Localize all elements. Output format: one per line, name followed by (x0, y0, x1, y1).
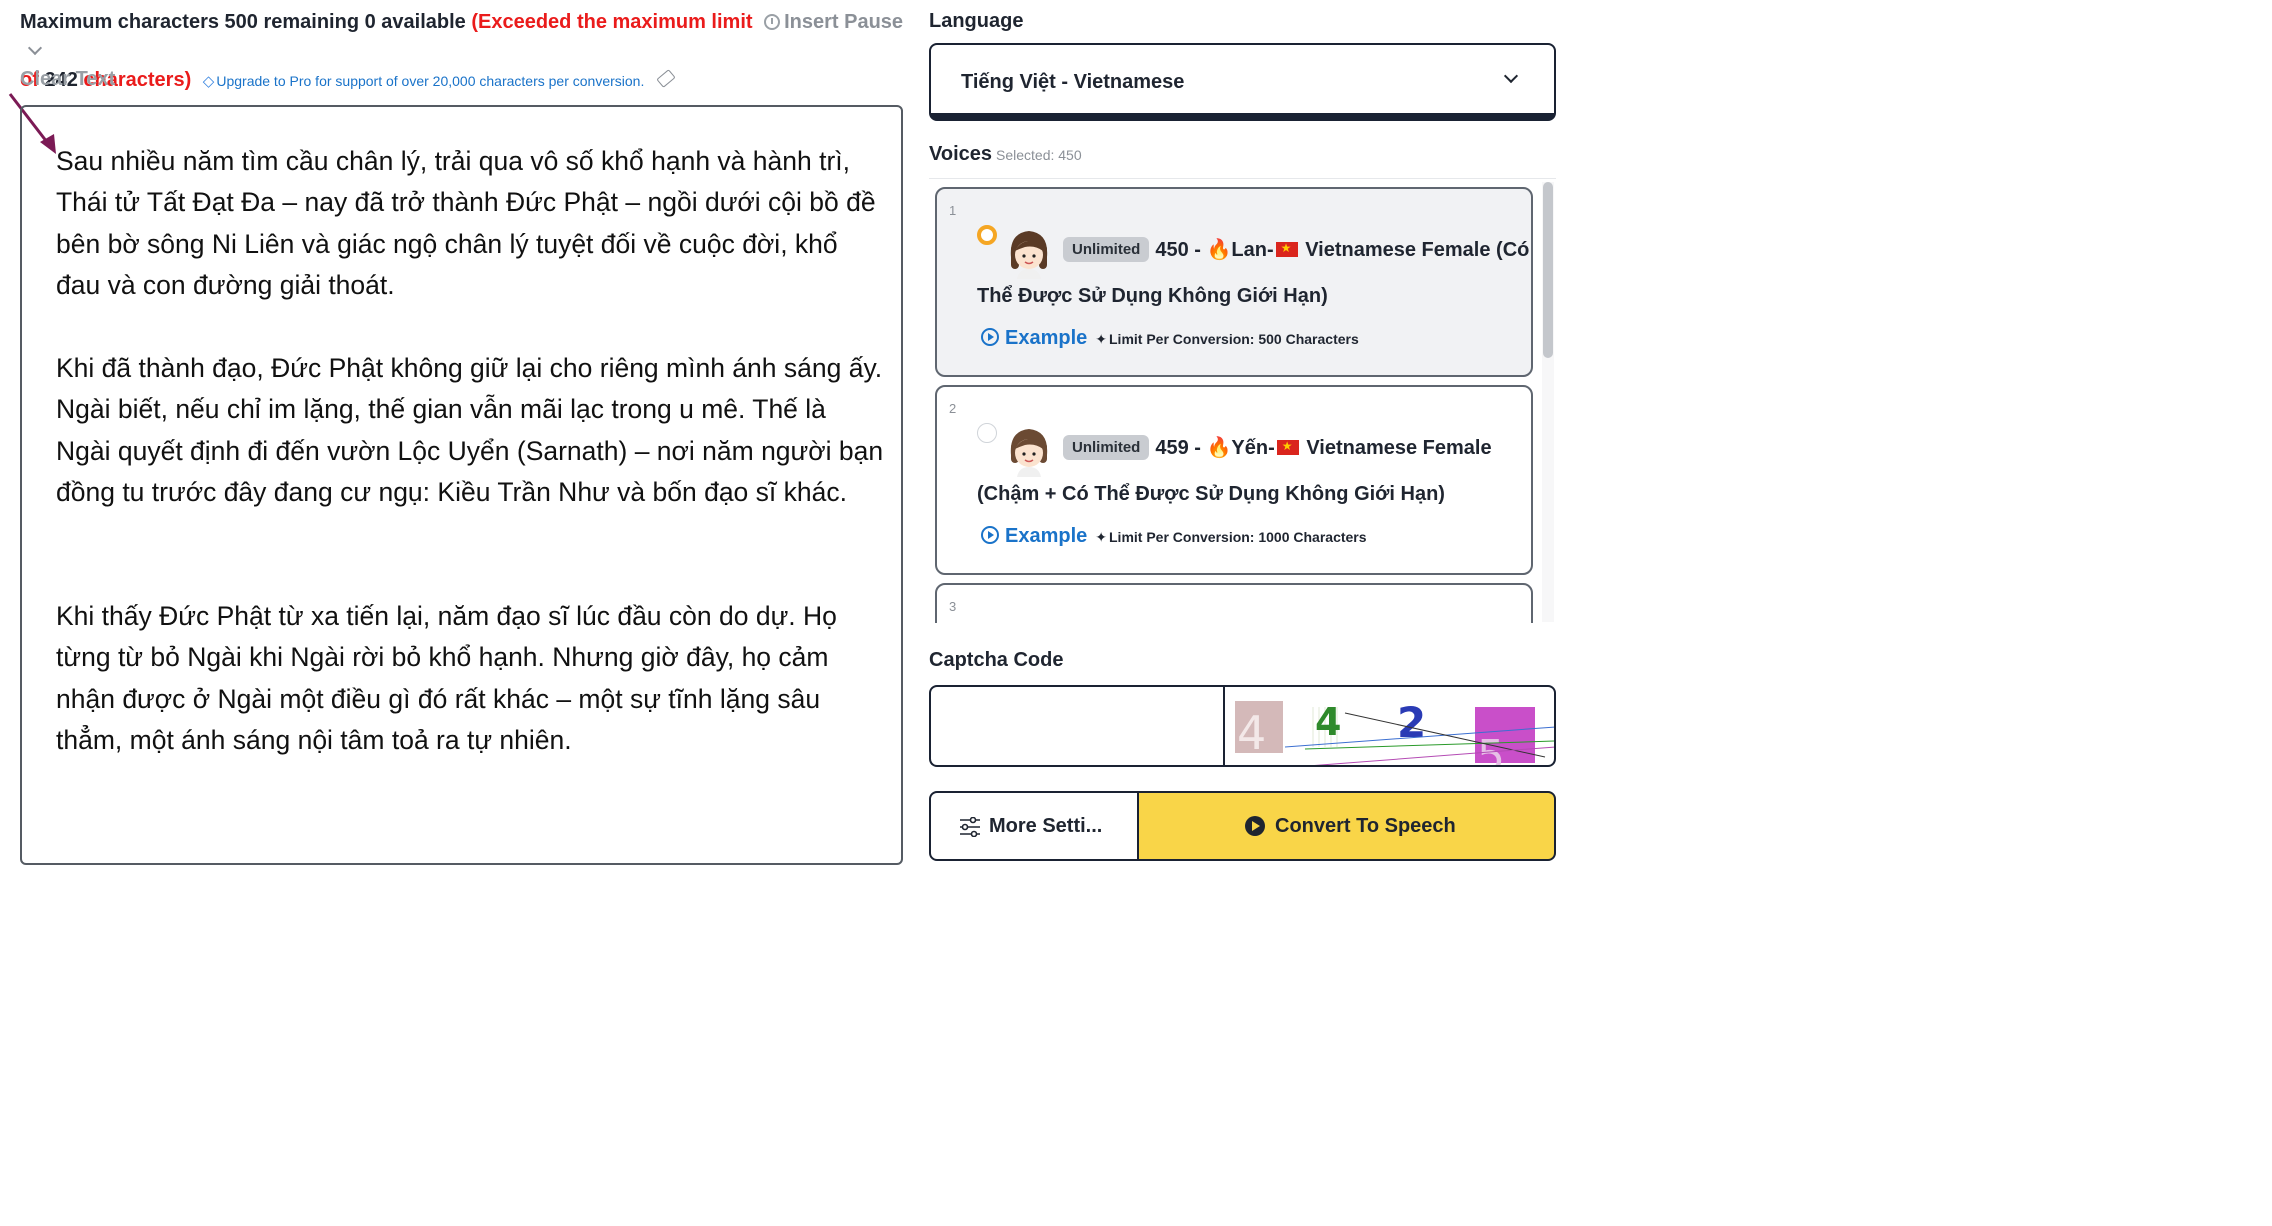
editor-paragraph: Khi đã thành đạo, Đức Phật không giữ lại… (56, 353, 884, 508)
svg-text:4: 4 (1237, 706, 1266, 760)
convert-to-speech-button[interactable]: Convert To Speech (1139, 791, 1556, 861)
fire-icon: 🔥 (1206, 437, 1232, 459)
sliders-icon (960, 817, 980, 837)
language-label: Language (929, 10, 1024, 32)
chevron-down-icon (1503, 68, 1519, 84)
voice-index: 1 (949, 203, 957, 218)
female-avatar-icon (1010, 429, 1048, 477)
voice-card-1[interactable]: 1 Unlimited450 - 🔥Lan- Vietnamese Female… (935, 187, 1533, 377)
captcha-input[interactable] (929, 685, 1223, 767)
voice-title-1: Unlimited450 - 🔥Lan- Vietnamese Female (… (1063, 237, 1529, 262)
voice-title-2: Unlimited459 - 🔥Yến- Vietnamese Female (1063, 435, 1492, 460)
voice-card-3[interactable]: 3 (935, 583, 1533, 623)
voices-label: Voices Selected: 450 (929, 143, 1082, 165)
voice-radio-2[interactable] (977, 423, 997, 443)
svg-text:4: 4 (1315, 700, 1341, 744)
upgrade-link[interactable]: Upgrade to Pro for support of over 20,00… (216, 73, 644, 89)
captcha-image: 4 4 2 5 (1223, 685, 1556, 767)
voice-limit: Limit Per Conversion: 500 Characters (1109, 331, 1359, 347)
more-settings-button[interactable]: More Setti... (929, 791, 1139, 861)
unlimited-badge: Unlimited (1063, 237, 1150, 262)
voice-index: 3 (949, 599, 957, 614)
example-link[interactable]: Example (1005, 525, 1087, 547)
voice-index: 2 (949, 401, 957, 416)
more-settings-label: More Setti... (989, 815, 1103, 837)
captcha-label: Captcha Code (929, 649, 1064, 671)
play-icon[interactable] (981, 526, 999, 544)
play-circle-icon (1245, 816, 1265, 836)
voice-example-row: Example ✦ Limit Per Conversion: 500 Charac… (981, 327, 1359, 350)
female-avatar-icon (1010, 231, 1048, 279)
example-link[interactable]: Example (1005, 327, 1087, 349)
voice-limit: Limit Per Conversion: 1000 Characters (1109, 529, 1367, 545)
clear-text-button[interactable]: Clear Text (20, 68, 115, 91)
eraser-icon[interactable] (656, 69, 676, 88)
voices-selected-count: Selected: 450 (996, 147, 1082, 163)
language-selected-value: Tiếng Việt - Vietnamese (961, 71, 1185, 93)
vietnam-flag-icon (1275, 241, 1298, 257)
timer-icon (764, 14, 781, 30)
voice-card-2[interactable]: 2 Unlimited459 - 🔥Yến- Vietnamese Female… (935, 385, 1533, 575)
sparkle-icon: ✦ (1095, 331, 1107, 347)
voice-desc-1: Thể Được Sử Dụng Không Giới Hạn) (977, 285, 1328, 307)
vietnam-flag-icon (1276, 439, 1299, 455)
voice-example-row: Example ✦ Limit Per Conversion: 1000 Chara… (981, 525, 1367, 548)
max-characters-text: Maximum characters 500 remaining 0 avail… (20, 11, 466, 33)
diamond-icon: ◇ (202, 73, 215, 90)
editor-paragraph: Khi thấy Đức Phật từ xa tiến lại, năm đạ… (56, 601, 837, 756)
svg-text:5: 5 (1477, 731, 1505, 767)
convert-label: Convert To Speech (1275, 815, 1456, 837)
voice-radio-1[interactable] (977, 225, 997, 245)
voices-scrollbar-thumb[interactable] (1543, 182, 1553, 358)
voice-desc-2: (Chậm + Có Thể Được Sử Dụng Không Giới H… (977, 483, 1445, 505)
chevron-down-icon (27, 40, 43, 56)
voices-list[interactable]: 1 Unlimited450 - 🔥Lan- Vietnamese Female… (929, 178, 1556, 623)
editor-paragraph: Sau nhiều năm tìm cầu chân lý, trải qua … (56, 146, 876, 301)
svg-text:2: 2 (1397, 698, 1426, 747)
exceeded-text-1: (Exceeded the maximum limit (471, 11, 753, 33)
character-counter: Maximum characters 500 remaining 0 avail… (20, 8, 910, 96)
sparkle-icon: ✦ (1095, 529, 1107, 545)
text-editor[interactable]: Sau nhiều năm tìm cầu chân lý, trải qua … (20, 105, 903, 865)
language-select[interactable]: Tiếng Việt - Vietnamese (929, 43, 1556, 121)
unlimited-badge: Unlimited (1063, 435, 1150, 460)
play-icon[interactable] (981, 328, 999, 346)
fire-icon: 🔥 (1206, 239, 1232, 261)
